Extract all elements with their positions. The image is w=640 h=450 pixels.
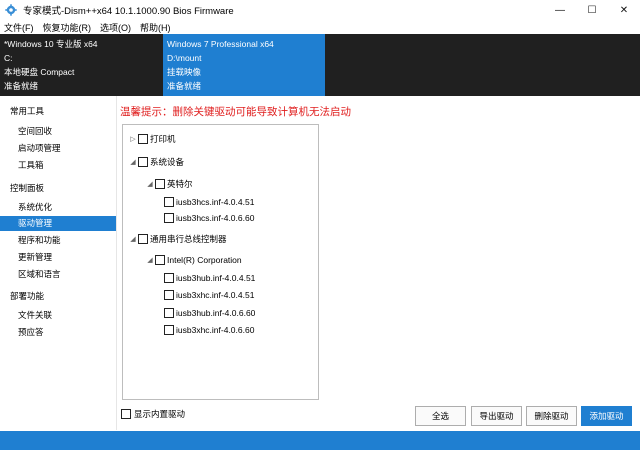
collapse-arrow-icon[interactable]: ◢ <box>146 256 154 264</box>
checkbox[interactable] <box>155 179 165 189</box>
checkbox[interactable] <box>138 134 148 144</box>
checkbox[interactable] <box>155 255 165 265</box>
session-status: 准备就绪 <box>167 81 202 91</box>
session-name: Windows 7 Professional x64 <box>167 39 274 49</box>
status-bar <box>0 431 640 450</box>
menu-bar: 文件(F) 恢复功能(R) 选项(O) 帮助(H) <box>0 20 640 34</box>
menu-options[interactable]: 选项(O) <box>100 21 131 34</box>
tree-node-label: 系统设备 <box>150 157 185 167</box>
tree-node-label: iusb3hub.inf-4.0.6.60 <box>176 308 256 318</box>
checkbox[interactable] <box>164 197 174 207</box>
show-builtin-checkbox[interactable] <box>121 409 131 419</box>
tree-node-usb-controllers[interactable]: ◢ 通用串行总线控制器 <box>129 232 227 246</box>
sidebar-item-file-association[interactable]: 文件关联 <box>0 308 116 323</box>
driver-tree[interactable]: ▷ 打印机 ◢ 系统设备 ◢ 英特尔 iusb3hcs.inf-4.0.4.51… <box>122 124 319 400</box>
add-driver-button[interactable]: 添加驱动 <box>581 406 632 426</box>
tree-node-driver[interactable]: iusb3xhc.inf-4.0.4.51 <box>164 288 254 302</box>
tree-node-intel[interactable]: ◢ 英特尔 <box>146 177 193 191</box>
session-name: *Windows 10 专业版 x64 <box>4 39 98 49</box>
checkbox[interactable] <box>164 290 174 300</box>
session-tile-windows7[interactable]: Windows 7 Professional x64 D:\mount 挂载映像… <box>163 34 325 96</box>
checkbox[interactable] <box>164 273 174 283</box>
collapse-arrow-icon[interactable]: ◢ <box>129 235 137 243</box>
tree-node-label: iusb3hcs.inf-4.0.6.60 <box>176 213 255 223</box>
tree-node-system-devices[interactable]: ◢ 系统设备 <box>129 155 184 169</box>
show-builtin-drivers-option[interactable]: 显示内置驱动 <box>121 408 185 420</box>
tree-node-label: Intel(R) Corporation <box>167 255 242 265</box>
session-status: 准备就绪 <box>4 81 39 91</box>
menu-file[interactable]: 文件(F) <box>4 21 34 34</box>
app-gear-icon <box>5 4 17 16</box>
menu-recovery[interactable]: 恢复功能(R) <box>43 21 92 34</box>
minimize-button[interactable]: — <box>544 0 576 20</box>
tree-node-label: iusb3xhc.inf-4.0.4.51 <box>176 290 255 300</box>
sidebar-group-common-tools: 常用工具 <box>10 106 45 116</box>
sidebar-item-region-language[interactable]: 区域和语言 <box>0 267 116 282</box>
sidebar-item-update-manager[interactable]: 更新管理 <box>0 250 116 265</box>
tree-node-driver[interactable]: iusb3xhc.inf-4.0.6.60 <box>164 323 254 337</box>
checkbox[interactable] <box>138 234 148 244</box>
checkbox[interactable] <box>164 308 174 318</box>
menu-help[interactable]: 帮助(H) <box>140 21 171 34</box>
maximize-button[interactable]: ☐ <box>576 0 608 20</box>
window-title: 专家模式-Dism++x64 10.1.1000.90 Bios Firmwar… <box>23 6 234 17</box>
sidebar-item-system-optimize[interactable]: 系统优化 <box>0 200 116 215</box>
session-path: C: <box>4 53 13 63</box>
session-type: 本地硬盘 Compact <box>4 67 75 77</box>
tree-node-label: 英特尔 <box>167 179 193 189</box>
sidebar: 常用工具 空间回收 启动项管理 工具箱 控制面板 系统优化 驱动管理 程序和功能… <box>0 96 117 430</box>
tree-node-label: 打印机 <box>150 134 176 144</box>
session-path: D:\mount <box>167 53 202 63</box>
session-type: 挂载映像 <box>167 67 202 77</box>
sidebar-item-startup-manager[interactable]: 启动项管理 <box>0 141 116 156</box>
warning-text: 温馨提示：删除关键驱动可能导致计算机无法启动 <box>120 106 351 118</box>
close-button[interactable]: ✕ <box>608 0 640 20</box>
expand-arrow-icon[interactable]: ▷ <box>129 135 137 143</box>
tree-node-label: 通用串行总线控制器 <box>150 234 227 244</box>
session-bar: *Windows 10 专业版 x64 C: 本地硬盘 Compact 准备就绪… <box>0 34 640 96</box>
sidebar-item-programs-features[interactable]: 程序和功能 <box>0 233 116 248</box>
export-driver-button[interactable]: 导出驱动 <box>471 406 522 426</box>
tree-node-driver[interactable]: iusb3hcs.inf-4.0.6.60 <box>164 211 254 225</box>
sidebar-item-answer-file[interactable]: 预应答 <box>0 325 116 340</box>
tree-node-label: iusb3hcs.inf-4.0.4.51 <box>176 197 255 207</box>
tree-node-label: iusb3hub.inf-4.0.4.51 <box>176 273 256 283</box>
checkbox[interactable] <box>164 213 174 223</box>
collapse-arrow-icon[interactable]: ◢ <box>129 158 137 166</box>
sidebar-item-space-cleanup[interactable]: 空间回收 <box>0 124 116 139</box>
sidebar-group-deployment: 部署功能 <box>10 291 45 301</box>
collapse-arrow-icon[interactable]: ◢ <box>146 180 154 188</box>
tree-node-printers[interactable]: ▷ 打印机 <box>129 132 176 146</box>
tree-node-intel-corporation[interactable]: ◢ Intel(R) Corporation <box>146 253 242 267</box>
title-bar: 专家模式-Dism++x64 10.1.1000.90 Bios Firmwar… <box>0 0 640 20</box>
checkbox[interactable] <box>138 157 148 167</box>
tree-node-driver[interactable]: iusb3hcs.inf-4.0.4.51 <box>164 195 254 209</box>
select-all-button[interactable]: 全选 <box>415 406 466 426</box>
sidebar-item-toolbox[interactable]: 工具箱 <box>0 158 116 173</box>
session-tile-windows10[interactable]: *Windows 10 专业版 x64 C: 本地硬盘 Compact 准备就绪 <box>0 34 162 96</box>
sidebar-group-control-panel: 控制面板 <box>10 183 45 193</box>
checkbox[interactable] <box>164 325 174 335</box>
show-builtin-label: 显示内置驱动 <box>134 409 186 419</box>
delete-driver-button[interactable]: 删除驱动 <box>526 406 577 426</box>
tree-node-driver[interactable]: iusb3hub.inf-4.0.6.60 <box>164 306 255 320</box>
tree-node-label: iusb3xhc.inf-4.0.6.60 <box>176 325 255 335</box>
tree-node-driver[interactable]: iusb3hub.inf-4.0.4.51 <box>164 271 255 285</box>
sidebar-item-driver-manager[interactable]: 驱动管理 <box>0 216 116 231</box>
